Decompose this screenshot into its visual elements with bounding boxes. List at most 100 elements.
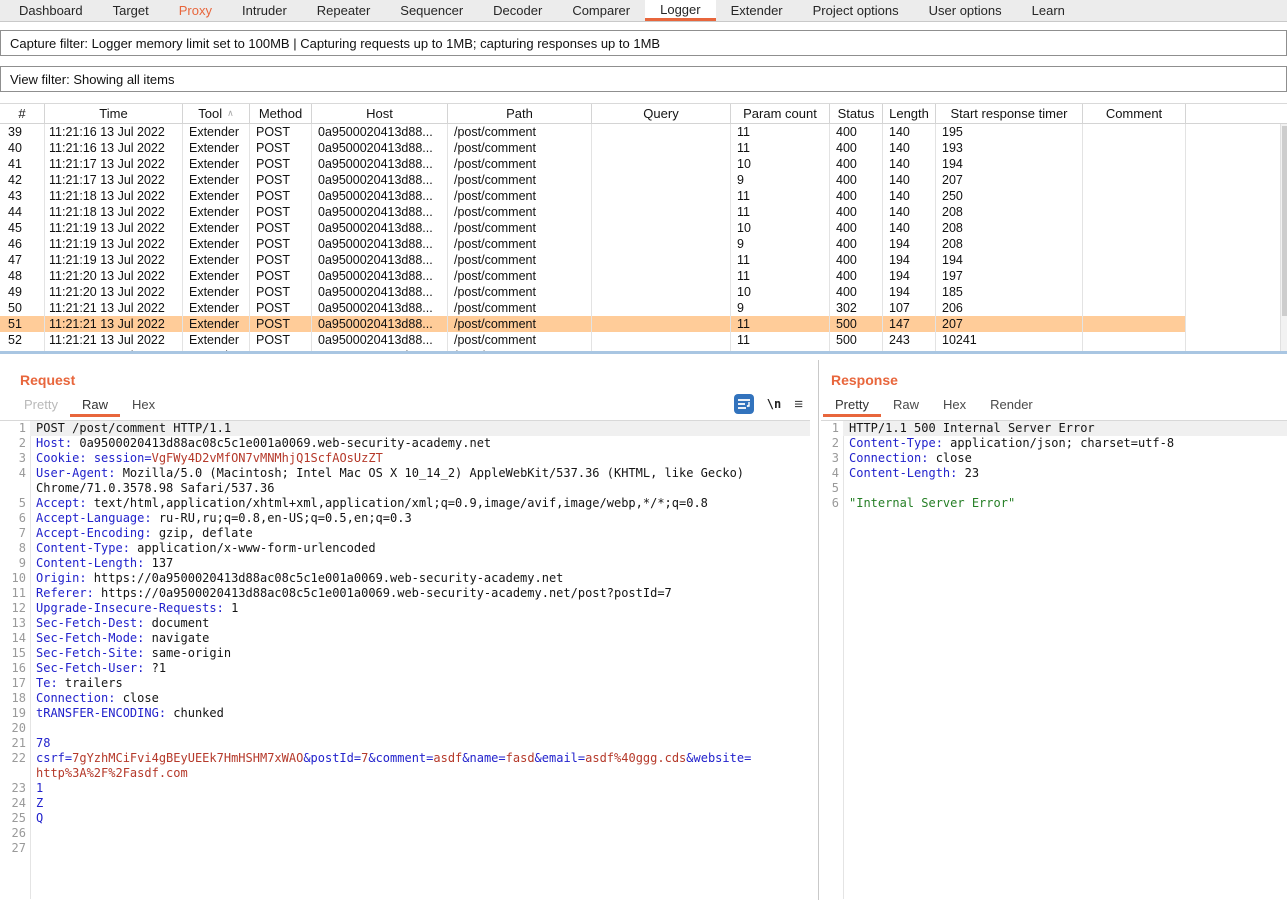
- capture-filter-bar[interactable]: Capture filter: Logger memory limit set …: [0, 30, 1287, 56]
- view-filter-bar[interactable]: View filter: Showing all items: [0, 66, 1287, 92]
- cell-n: 45: [0, 220, 45, 236]
- editor-menu-icon[interactable]: ≡: [794, 396, 803, 413]
- column-header--[interactable]: #: [0, 104, 45, 123]
- cell-status: 400: [830, 172, 883, 188]
- request-line: 18Connection:​ close: [0, 691, 810, 706]
- column-header-param-count[interactable]: Param count: [731, 104, 830, 123]
- line-number: 2: [821, 436, 843, 451]
- cell-method: POST: [250, 124, 312, 140]
- table-row[interactable]: 4311:21:18 13 Jul 2022ExtenderPOST0a9500…: [0, 188, 1287, 204]
- column-header-host[interactable]: Host: [312, 104, 448, 123]
- response-tab-render[interactable]: Render: [978, 394, 1045, 417]
- tab-repeater[interactable]: Repeater: [302, 0, 385, 21]
- request-line-text: Cookie:​ ​session=​VgFWy4D2vMfON7vMNMhjQ…: [30, 451, 810, 466]
- request-tab-hex[interactable]: Hex: [120, 394, 167, 417]
- table-row[interactable]: 3911:21:16 13 Jul 2022ExtenderPOST0a9500…: [0, 124, 1287, 140]
- tab-logger[interactable]: Logger: [645, 0, 715, 21]
- cell-timer: 194: [936, 252, 1083, 268]
- tab-dashboard[interactable]: Dashboard: [4, 0, 98, 21]
- line-number: 4: [0, 466, 30, 496]
- main-tabbar: DashboardTargetProxyIntruderRepeaterSequ…: [0, 0, 1287, 22]
- newline-toggle-icon[interactable]: \n: [767, 397, 781, 411]
- cell-query: [592, 348, 731, 354]
- cell-params: 11: [731, 188, 830, 204]
- table-row[interactable]: 5311:21:22 13 Jul 2022ExtenderPOST0a9500…: [0, 348, 1287, 354]
- request-tab-raw[interactable]: Raw: [70, 394, 120, 417]
- tab-project-options[interactable]: Project options: [798, 0, 914, 21]
- response-tab-pretty[interactable]: Pretty: [823, 394, 881, 417]
- request-line: 6Accept-Language:​ ru-RU,ru;q=0.8,en-US;…: [0, 511, 810, 526]
- cell-tool: Extender: [183, 140, 250, 156]
- column-header-tool[interactable]: Tool∧: [183, 104, 250, 123]
- response-tab-raw[interactable]: Raw: [881, 394, 931, 417]
- view-filter-text: View filter: Showing all items: [10, 72, 175, 87]
- cell-query: [592, 268, 731, 284]
- cell-method: POST: [250, 172, 312, 188]
- column-header-length[interactable]: Length: [883, 104, 936, 123]
- table-row[interactable]: 4211:21:17 13 Jul 2022ExtenderPOST0a9500…: [0, 172, 1287, 188]
- prettify-icon[interactable]: [734, 394, 754, 414]
- cell-status: 400: [830, 140, 883, 156]
- table-row[interactable]: 4711:21:19 13 Jul 2022ExtenderPOST0a9500…: [0, 252, 1287, 268]
- tab-learn[interactable]: Learn: [1017, 0, 1080, 21]
- table-row[interactable]: 4611:21:19 13 Jul 2022ExtenderPOST0a9500…: [0, 236, 1287, 252]
- table-row[interactable]: 5111:21:21 13 Jul 2022ExtenderPOST0a9500…: [0, 316, 1287, 332]
- request-editor[interactable]: 1POST /post/comment HTTP/1.12Host:​ 0a95…: [0, 420, 810, 899]
- tab-sequencer[interactable]: Sequencer: [385, 0, 478, 21]
- tab-user-options[interactable]: User options: [914, 0, 1017, 21]
- request-line-text: [30, 826, 810, 841]
- request-tab-pretty[interactable]: Pretty: [12, 394, 70, 417]
- cell-params: 11: [731, 124, 830, 140]
- tab-proxy[interactable]: Proxy: [164, 0, 227, 21]
- table-scrollbar-thumb[interactable]: [1282, 126, 1287, 316]
- column-header-path[interactable]: Path: [448, 104, 592, 123]
- tab-decoder[interactable]: Decoder: [478, 0, 557, 21]
- cell-host: 0a9500020413d88...: [312, 140, 448, 156]
- table-row[interactable]: 4811:21:20 13 Jul 2022ExtenderPOST0a9500…: [0, 268, 1287, 284]
- cell-n: 39: [0, 124, 45, 140]
- request-line-text: [30, 721, 810, 736]
- tab-intruder[interactable]: Intruder: [227, 0, 302, 21]
- tab-comparer[interactable]: Comparer: [557, 0, 645, 21]
- table-row[interactable]: 4011:21:16 13 Jul 2022ExtenderPOST0a9500…: [0, 140, 1287, 156]
- table-row[interactable]: 4411:21:18 13 Jul 2022ExtenderPOST0a9500…: [0, 204, 1287, 220]
- request-line-text: Sec-Fetch-Site:​ same-origin: [30, 646, 810, 661]
- response-line-text: "Internal Server Error": [843, 496, 1287, 511]
- cell-method: POST: [250, 348, 312, 354]
- cell-tool: Extender: [183, 252, 250, 268]
- request-line: 16Sec-Fetch-User:​ ?1: [0, 661, 810, 676]
- response-editor[interactable]: 1HTTP/1.1 500 Internal Server Error2Cont…: [821, 420, 1287, 899]
- table-row[interactable]: 4911:21:20 13 Jul 2022ExtenderPOST0a9500…: [0, 284, 1287, 300]
- table-row[interactable]: 4511:21:19 13 Jul 2022ExtenderPOST0a9500…: [0, 220, 1287, 236]
- response-tab-hex[interactable]: Hex: [931, 394, 978, 417]
- tab-target[interactable]: Target: [98, 0, 164, 21]
- line-number: 13: [0, 616, 30, 631]
- table-row[interactable]: 5011:21:21 13 Jul 2022ExtenderPOST0a9500…: [0, 300, 1287, 316]
- cell-params: 11: [731, 268, 830, 284]
- request-line: 15Sec-Fetch-Site:​ same-origin: [0, 646, 810, 661]
- cell-n: 51: [0, 316, 45, 332]
- request-line: 26: [0, 826, 810, 841]
- line-number: 19: [0, 706, 30, 721]
- cell-timer: 194: [936, 156, 1083, 172]
- column-header-start-response-timer[interactable]: Start response timer: [936, 104, 1083, 123]
- cell-filler: [1186, 188, 1287, 204]
- table-scrollbar[interactable]: [1280, 124, 1287, 351]
- column-header-status[interactable]: Status: [830, 104, 883, 123]
- cell-path: /post/comment: [448, 220, 592, 236]
- cell-params: 9: [731, 236, 830, 252]
- request-line-text: [30, 841, 810, 856]
- cell-n: 40: [0, 140, 45, 156]
- table-row[interactable]: 4111:21:17 13 Jul 2022ExtenderPOST0a9500…: [0, 156, 1287, 172]
- cell-comment: [1083, 156, 1186, 172]
- cell-comment: [1083, 140, 1186, 156]
- table-row[interactable]: 5211:21:21 13 Jul 2022ExtenderPOST0a9500…: [0, 332, 1287, 348]
- tab-extender[interactable]: Extender: [716, 0, 798, 21]
- cell-n: 43: [0, 188, 45, 204]
- cell-status: 400: [830, 188, 883, 204]
- request-line-text: Origin:​ https://0a9500020413d88ac08c5c1…: [30, 571, 810, 586]
- column-header-method[interactable]: Method: [250, 104, 312, 123]
- column-header-comment[interactable]: Comment: [1083, 104, 1186, 123]
- column-header-time[interactable]: Time: [45, 104, 183, 123]
- column-header-query[interactable]: Query: [592, 104, 731, 123]
